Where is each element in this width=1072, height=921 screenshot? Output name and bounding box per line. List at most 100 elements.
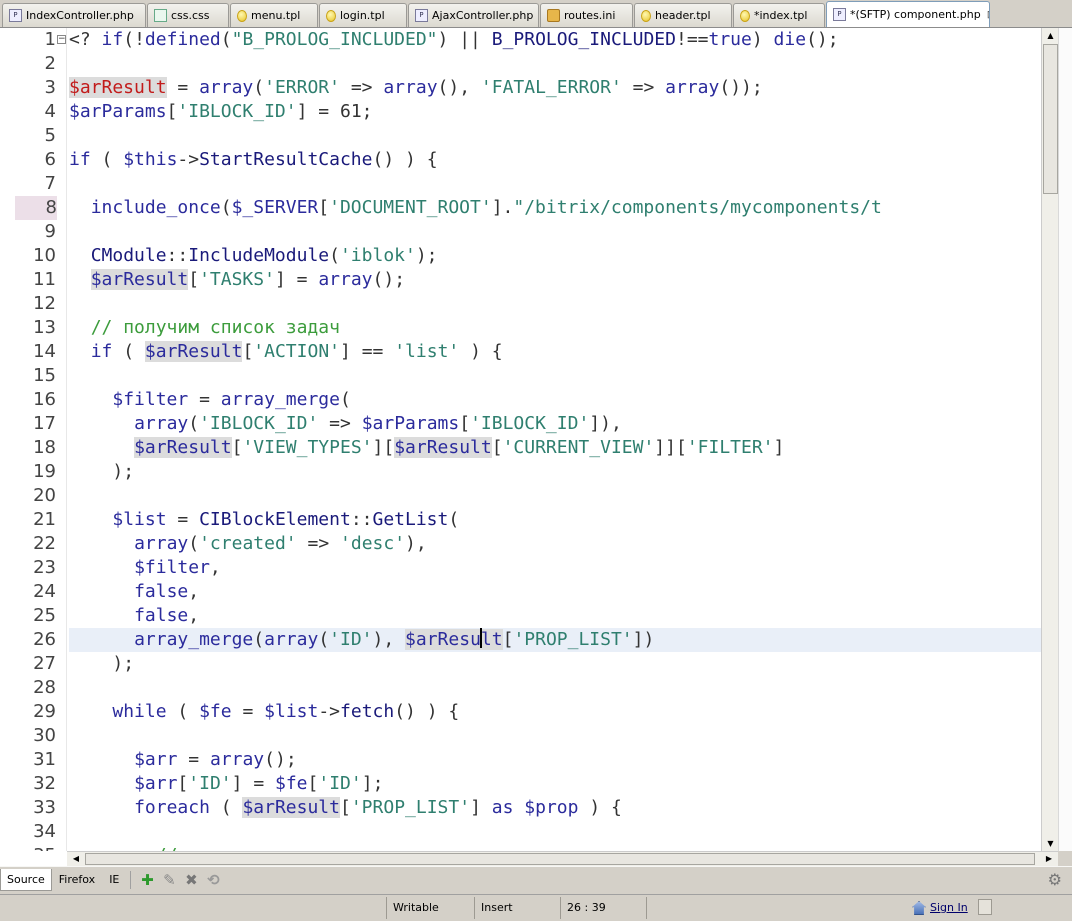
line-number: 6 <box>44 149 56 170</box>
code-line[interactable]: ); <box>69 460 1041 484</box>
ini-file-icon <box>547 9 560 22</box>
line-number: 1 <box>44 29 56 50</box>
scroll-down-arrow-icon[interactable]: ▼ <box>1043 836 1058 851</box>
line-number: 8 <box>15 196 57 220</box>
code-line[interactable] <box>69 52 1041 76</box>
line-number: 33 <box>33 797 56 818</box>
code-line[interactable]: $filter, <box>69 556 1041 580</box>
code-line[interactable]: array('created' => 'desc'), <box>69 532 1041 556</box>
toolbar-divider <box>130 870 132 889</box>
tab-label: AjaxController.php <box>432 9 534 22</box>
php-file-icon: P <box>833 8 846 21</box>
code-line[interactable]: <? if(!defined("B_PROLOG_INCLUDED") || B… <box>69 28 1041 52</box>
status-writable: Writable <box>386 897 474 919</box>
code-line[interactable]: while ( $fe = $list->fetch() ) { <box>69 700 1041 724</box>
code-line[interactable] <box>69 820 1041 844</box>
fold-toggle-icon[interactable]: − <box>57 35 66 44</box>
code-area[interactable]: <? if(!defined("B_PROLOG_INCLUDED") || B… <box>69 28 1041 851</box>
status-bar: Writable Insert 26 : 39 Sign In <box>0 894 1072 921</box>
tab-routes-ini[interactable]: routes.ini <box>540 3 633 27</box>
code-line[interactable] <box>69 364 1041 388</box>
code-line[interactable]: false, <box>69 604 1041 628</box>
tab-header-tpl[interactable]: header.tpl <box>634 3 732 27</box>
code-line[interactable]: $arResult['TASKS'] = array(); <box>69 268 1041 292</box>
code-line[interactable]: $filter = array_merge( <box>69 388 1041 412</box>
code-line[interactable]: array_merge(array('ID'), $arResult['PROP… <box>69 628 1041 652</box>
code-line[interactable]: ); <box>69 652 1041 676</box>
code-line[interactable]: $arResult['VIEW_TYPES'][$arResult['CURRE… <box>69 436 1041 460</box>
code-line[interactable]: if ( $arResult['ACTION'] == 'list' ) { <box>69 340 1041 364</box>
code-line[interactable]: array('IBLOCK_ID' => $arParams['IBLOCK_I… <box>69 412 1041 436</box>
tab-label: *(SFTP) component.php <box>850 8 981 21</box>
sign-in-label[interactable]: Sign In <box>930 897 968 919</box>
code-line[interactable]: include_once($_SERVER['DOCUMENT_ROOT']."… <box>69 196 1041 220</box>
line-number: 27 <box>33 653 56 674</box>
vertical-scrollbar[interactable]: ▲ ▼ <box>1041 28 1058 851</box>
line-number: 10 <box>33 245 56 266</box>
tpl-file-icon <box>740 9 750 22</box>
tab-index-tpl[interactable]: *index.tpl <box>733 3 825 27</box>
line-number: 24 <box>33 581 56 602</box>
line-number: 5 <box>44 125 56 146</box>
code-line[interactable] <box>69 124 1041 148</box>
line-number: 29 <box>33 701 56 722</box>
code-line[interactable]: $arParams['IBLOCK_ID'] = 61; <box>69 100 1041 124</box>
code-line[interactable]: $arr = array(); <box>69 748 1041 772</box>
tab-menu-tpl[interactable]: menu.tpl <box>230 3 318 27</box>
delete-icon[interactable]: ✖ <box>181 870 201 890</box>
add-icon[interactable]: ✚ <box>137 870 157 890</box>
code-line[interactable]: $list = CIBlockElement::GetList( <box>69 508 1041 532</box>
tpl-file-icon <box>237 9 247 22</box>
scroll-up-arrow-icon[interactable]: ▲ <box>1043 28 1058 43</box>
line-number: 11 <box>33 269 56 290</box>
tab-ie[interactable]: IE <box>102 869 126 891</box>
tab-label: css.css <box>171 9 210 22</box>
code-line[interactable] <box>69 172 1041 196</box>
sign-in-link[interactable]: Sign In <box>912 897 968 919</box>
line-number: 34 <box>33 821 56 842</box>
line-number: 21 <box>33 509 56 530</box>
code-line[interactable] <box>69 292 1041 316</box>
vertical-scroll-thumb[interactable] <box>1043 44 1058 194</box>
tab-login-tpl[interactable]: login.tpl <box>319 3 407 27</box>
line-number: 20 <box>33 485 56 506</box>
code-line[interactable] <box>69 724 1041 748</box>
tab-sftp-component-php[interactable]: P *(SFTP) component.php ⊠ <box>826 1 990 27</box>
css-file-icon <box>154 9 167 22</box>
tab-css-css[interactable]: css.css <box>147 3 229 27</box>
code-line[interactable] <box>69 484 1041 508</box>
scroll-right-arrow-icon[interactable]: ▶ <box>1042 852 1056 866</box>
line-number: 17 <box>33 413 56 434</box>
code-line[interactable] <box>69 676 1041 700</box>
code-line[interactable] <box>69 220 1041 244</box>
close-tab-icon[interactable]: ⊠ <box>987 8 989 21</box>
tab-ajaxcontroller-php[interactable]: P AjaxController.php <box>408 3 539 27</box>
overview-ruler[interactable] <box>1058 28 1072 851</box>
tab-source[interactable]: Source <box>0 868 52 891</box>
code-line[interactable]: false, <box>69 580 1041 604</box>
code-line[interactable]: $arr['ID'] = $fe['ID']; <box>69 772 1041 796</box>
line-number: 15 <box>33 365 56 386</box>
horizontal-scroll-thumb[interactable] <box>85 853 1035 865</box>
edit-pencil-icon[interactable]: ✎ <box>159 870 179 890</box>
code-line[interactable]: // <box>69 844 1041 851</box>
tab-indexcontroller-php[interactable]: P IndexController.php <box>2 3 146 27</box>
editor-tab-bar: P IndexController.php css.css menu.tpl login… <box>0 0 1072 28</box>
code-line[interactable]: $arResult = array('ERROR' => array(), 'F… <box>69 76 1041 100</box>
code-line[interactable]: foreach ( $arResult['PROP_LIST'] as $pro… <box>69 796 1041 820</box>
tab-firefox[interactable]: Firefox <box>52 869 102 891</box>
line-number: 31 <box>33 749 56 770</box>
code-line[interactable]: if ( $this->StartResultCache() ) { <box>69 148 1041 172</box>
scroll-left-arrow-icon[interactable]: ◀ <box>69 852 83 866</box>
line-number: 14 <box>33 341 56 362</box>
refresh-icon[interactable]: ⟲ <box>203 870 223 890</box>
gear-icon[interactable]: ⚙ <box>1048 870 1062 889</box>
code-line[interactable]: // получим список задач <box>69 316 1041 340</box>
code-line[interactable]: CModule::IncludeModule('iblok'); <box>69 244 1041 268</box>
horizontal-scrollbar[interactable]: ◀ ▶ <box>67 851 1058 866</box>
line-number: 13 <box>33 317 56 338</box>
line-number: 9 <box>44 221 56 242</box>
code-editor[interactable]: 1−2 3 4 5 6 7 8 9 10 11 12 13 14 15 16 17 18 19 20 21 22 23 24… <box>0 28 1072 866</box>
line-number: 32 <box>33 773 56 794</box>
status-grip-button[interactable] <box>978 899 992 915</box>
